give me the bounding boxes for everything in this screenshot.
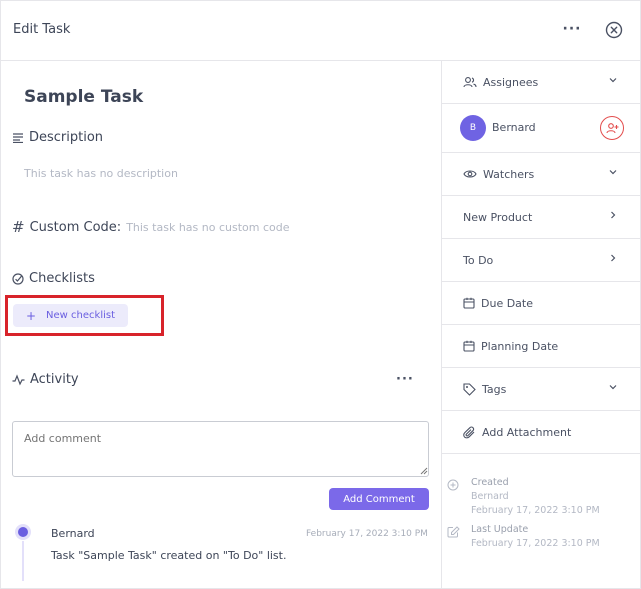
avatar: B — [460, 115, 486, 141]
updated-info: Last Update February 17, 2022 3:10 PM — [442, 524, 641, 558]
resize-grip-icon[interactable] — [419, 466, 428, 475]
add-comment-button[interactable]: Add Comment — [329, 488, 429, 510]
edit-icon — [447, 526, 460, 538]
eye-icon — [463, 170, 477, 178]
new-checklist-button[interactable]: + New checklist — [13, 304, 128, 327]
plus-icon: + — [25, 308, 37, 323]
chevron-down-icon — [609, 78, 617, 83]
chevron-down-icon — [609, 170, 617, 175]
list-row[interactable]: To Do — [442, 239, 641, 282]
activity-timestamp: February 17, 2022 3:10 PM — [306, 529, 428, 539]
calendar-icon — [463, 297, 475, 309]
activity-timeline-dot — [18, 527, 28, 537]
custom-code-label: Custom Code: — [29, 219, 122, 235]
activity-label: Activity — [30, 372, 79, 387]
custom-code-row: # Custom Code: This task has no custom c… — [12, 218, 290, 236]
chevron-down-icon — [609, 385, 617, 390]
modal-title: Edit Task — [13, 22, 71, 37]
calendar-icon — [463, 340, 475, 352]
due-date-row[interactable]: Due Date — [442, 282, 641, 325]
add-assignee-button[interactable] — [600, 116, 624, 140]
activity-user: Bernard — [51, 527, 95, 540]
modal-header: Edit Task ··· — [1, 1, 641, 61]
created-by: Bernard — [471, 491, 509, 502]
text-lines-icon — [13, 133, 23, 143]
task-sidebar: Assignees B Bernard Watchers New Product… — [441, 61, 641, 589]
user-plus-icon — [605, 123, 618, 134]
updated-at: February 17, 2022 3:10 PM — [471, 538, 600, 549]
task-title[interactable]: Sample Task — [24, 87, 143, 107]
project-label: New Product — [463, 210, 533, 224]
plus-circle-icon — [447, 479, 459, 491]
description-placeholder[interactable]: This task has no description — [24, 167, 178, 180]
close-icon[interactable] — [605, 21, 623, 39]
attachment-label: Add Attachment — [482, 425, 572, 439]
activity-pulse-icon — [12, 373, 25, 385]
description-label: Description — [29, 130, 104, 145]
description-heading: Description — [12, 130, 103, 145]
checklists-heading: Checklists — [12, 271, 95, 286]
chevron-right-icon — [611, 254, 616, 262]
due-date-label: Due Date — [481, 296, 533, 310]
activity-more-button[interactable]: ··· — [396, 372, 414, 387]
list-label: To Do — [463, 253, 494, 267]
watchers-label: Watchers — [483, 167, 535, 181]
assignee-item: B Bernard — [442, 103, 641, 153]
planning-date-row[interactable]: Planning Date — [442, 325, 641, 368]
activity-timeline-line — [22, 541, 24, 581]
created-label: Created — [471, 477, 509, 488]
assignee-name: Bernard — [492, 121, 536, 134]
users-icon — [463, 77, 477, 88]
check-circle-icon — [12, 272, 24, 285]
tag-icon — [463, 382, 476, 396]
created-at: February 17, 2022 3:10 PM — [471, 505, 600, 516]
project-row[interactable]: New Product — [442, 196, 641, 239]
created-info: Created Bernard February 17, 2022 3:10 P… — [442, 477, 641, 525]
more-options-button[interactable]: ··· — [561, 19, 583, 41]
chevron-right-icon — [611, 211, 616, 219]
tags-row[interactable]: Tags — [442, 368, 641, 411]
activity-message: Task "Sample Task" created on "To Do" li… — [51, 549, 287, 562]
new-checklist-label: New checklist — [46, 310, 116, 321]
planning-date-label: Planning Date — [481, 339, 559, 353]
custom-code-placeholder[interactable]: This task has no custom code — [126, 221, 289, 234]
assignees-row[interactable]: Assignees — [442, 61, 641, 104]
assignees-label: Assignees — [483, 75, 539, 89]
tags-label: Tags — [482, 382, 507, 396]
checklists-label: Checklists — [29, 271, 95, 286]
updated-label: Last Update — [471, 524, 529, 535]
comment-input[interactable] — [12, 421, 429, 477]
task-main-panel: Sample Task Description This task has no… — [1, 61, 441, 589]
attachment-row[interactable]: Add Attachment — [442, 411, 641, 454]
activity-heading: Activity — [12, 372, 79, 387]
watchers-row[interactable]: Watchers — [442, 153, 641, 196]
hash-icon: # — [12, 218, 25, 236]
edit-task-modal: Edit Task ··· Sample Task Description Th… — [0, 0, 641, 589]
paperclip-icon — [463, 426, 475, 438]
